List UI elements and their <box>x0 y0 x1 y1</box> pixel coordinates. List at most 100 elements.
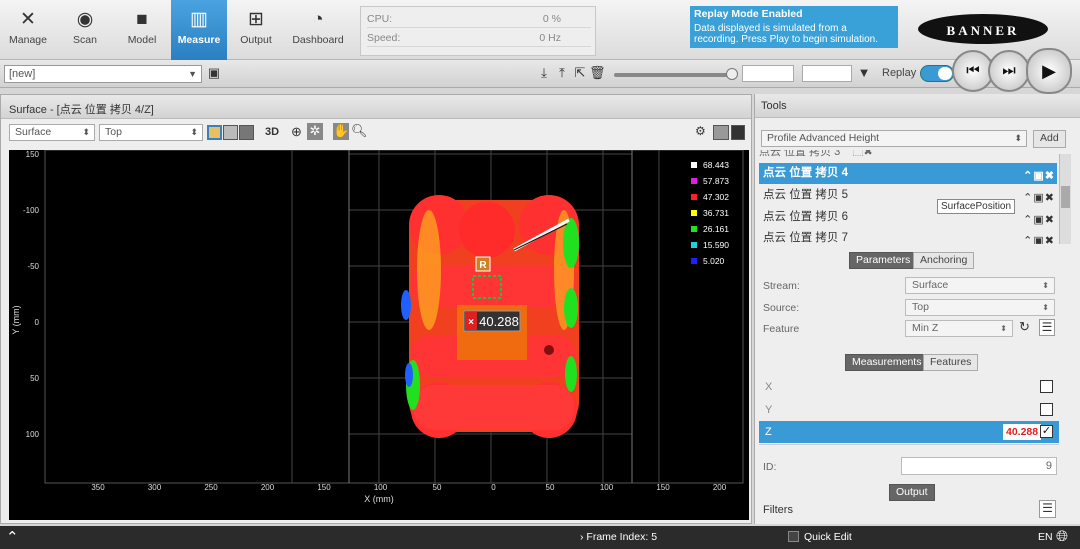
download-icon[interactable]: ⤓ <box>536 64 552 82</box>
frame-end-input[interactable] <box>802 65 852 82</box>
x-tick-label: 50 <box>546 483 555 492</box>
y-tick-label: 50 <box>30 374 39 383</box>
quick-edit-checkbox[interactable] <box>788 531 799 542</box>
legend-value: 68.443 <box>703 160 729 170</box>
measurement-y-checkbox[interactable] <box>1040 403 1053 416</box>
measurement-row-x[interactable]: X <box>759 376 1059 398</box>
y-tick-label: 0 <box>35 318 40 327</box>
refresh-icon[interactable]: ↻ <box>1019 319 1030 335</box>
performance-stats: CPU: 0 % Speed: 0 Hz <box>360 6 596 56</box>
nav-model-button[interactable]: ■ Model <box>114 0 170 60</box>
chevron-down-icon: ▼ <box>188 69 197 79</box>
step-forward-button[interactable]: ⏭ <box>988 50 1030 92</box>
nav-measure-button[interactable]: ▥ Measure <box>171 0 227 60</box>
updown-icon: ⬍ <box>1014 133 1022 143</box>
replay-mode-notice: Replay Mode Enabled Data displayed is si… <box>690 6 898 48</box>
list-scrollbar[interactable] <box>1059 154 1071 244</box>
network-icon: ⊞ <box>248 9 264 30</box>
tab-features[interactable]: Features <box>923 354 979 371</box>
list-item-partial: 点云 位置 拷贝 3 ⌃⬚✖ <box>759 150 873 158</box>
tab-parameters[interactable]: Parameters <box>849 252 918 269</box>
hand-icon[interactable]: ✋ <box>333 123 349 140</box>
heightmap-view-button[interactable] <box>207 125 222 140</box>
intensity-view-button[interactable] <box>223 125 238 140</box>
fullscreen-icon[interactable] <box>731 125 745 140</box>
measurement-x-checkbox[interactable] <box>1040 380 1053 393</box>
play-button[interactable]: ▶ <box>1026 48 1072 94</box>
tab-anchoring[interactable]: Anchoring <box>913 252 975 269</box>
measurement-row-y[interactable]: Y <box>759 399 1059 421</box>
feature-select[interactable]: Min Z ⬍ <box>905 320 1013 337</box>
legend-swatch <box>691 178 697 184</box>
upload-icon[interactable]: ⤒ <box>554 64 570 82</box>
cube-icon: ■ <box>136 9 148 30</box>
export-icon[interactable]: ⇱ <box>572 64 588 82</box>
item-action-icons[interactable]: ⌃▣✖ <box>1023 232 1055 244</box>
tooltip: SurfacePosition <box>937 199 1016 214</box>
slider-handle[interactable] <box>726 68 738 80</box>
tools-title: Tools <box>755 94 1080 118</box>
feature-label: Feature <box>763 323 800 335</box>
tool-list-item[interactable]: 点云 位置 拷贝 7 ⌃▣✖ <box>759 229 1057 244</box>
measurement-z-checkbox[interactable]: ✓ <box>1040 425 1053 438</box>
globe-icon[interactable]: 🌐︎ <box>1056 528 1068 545</box>
y-tick-label: -50 <box>27 262 39 271</box>
zoom-icon[interactable]: 🔍︎ <box>351 123 368 139</box>
surface-plot[interactable]: R × 40.288 68.443 57.873 47.302 36.731 26.16… <box>9 149 749 520</box>
nav-manage-button[interactable]: ✕ Manage <box>0 0 56 60</box>
view-select[interactable]: Top ⬍ <box>99 124 203 141</box>
ruler-icon: ▥ <box>190 9 208 30</box>
layout-icon[interactable] <box>713 125 729 140</box>
tool-type-select[interactable]: Profile Advanced Height ⬍ <box>761 130 1027 147</box>
snowflake-icon[interactable]: ✲ <box>307 123 323 140</box>
3d-view-button[interactable]: 3D <box>265 126 279 138</box>
tab-measurements[interactable]: Measurements <box>845 354 929 371</box>
replay-toggle[interactable] <box>920 65 954 82</box>
quick-edit-label: Quick Edit <box>804 531 852 543</box>
top-navigation-bar: ✕ Manage ◉ Scan ■ Model ▥ Measure ⊞ Output ◔ D… <box>0 0 1080 60</box>
frame-start-input[interactable] <box>742 65 794 82</box>
surface-select[interactable]: Surface ⬍ <box>9 124 95 141</box>
chevron-up-icon[interactable]: ⌃ <box>6 528 19 546</box>
measurement-row-z[interactable]: Z 40.288 ✓ <box>759 421 1059 443</box>
x-tick-label: 150 <box>656 483 670 492</box>
wrench-screwdriver-icon: ✕ <box>20 9 36 30</box>
save-icon[interactable]: ▣ <box>206 64 222 82</box>
surface-panel-title: Surface - [点云 位置 拷贝 4/Z] <box>1 95 751 119</box>
language-label[interactable]: EN <box>1038 531 1053 543</box>
filter-icon[interactable]: ▼ <box>856 64 872 82</box>
source-select[interactable]: Top ⬍ <box>905 299 1055 316</box>
item-action-icons[interactable]: ⌃▣✖ <box>1023 188 1055 209</box>
id-label: ID: <box>763 461 777 473</box>
nav-output-button[interactable]: ⊞ Output <box>228 0 284 60</box>
output-tab[interactable]: Output <box>889 484 935 501</box>
x-tick-label: 50 <box>433 483 442 492</box>
replay-notice-title: Replay Mode Enabled <box>694 8 803 20</box>
grayscale-view-button[interactable] <box>239 125 254 140</box>
add-tool-button[interactable]: Add <box>1033 130 1066 148</box>
nav-dashboard-button[interactable]: ◔ Dashboard <box>286 0 350 60</box>
job-select[interactable]: [new] ▼ <box>4 65 202 83</box>
replay-position-slider[interactable] <box>614 68 738 80</box>
x-tick-label: 100 <box>374 483 388 492</box>
grid-icon[interactable]: ⊕ <box>291 124 302 140</box>
id-input[interactable]: 9 <box>901 457 1057 475</box>
item-action-icons[interactable]: ⌃▣✖ <box>1023 210 1055 231</box>
item-action-icons[interactable]: ⌃▣✖ <box>1023 166 1055 187</box>
y-tick-label: -100 <box>23 206 40 215</box>
x-tick-label: 250 <box>204 483 218 492</box>
filters-list-icon[interactable]: ☰ <box>1039 500 1056 518</box>
settings-icon[interactable]: ⚙ <box>695 124 706 138</box>
status-bar: ⌃ › Frame Index: 5 Quick Edit EN 🌐︎ <box>0 526 1080 549</box>
legend-value: 47.302 <box>703 192 729 202</box>
replay-label: Replay <box>882 67 917 79</box>
speed-label: Speed: <box>367 32 401 44</box>
delete-icon[interactable]: 🗑 <box>589 64 606 82</box>
list-icon[interactable]: ☰ <box>1039 319 1055 336</box>
nav-scan-button[interactable]: ◉ Scan <box>57 0 113 60</box>
job-toolbar: [new] ▼ ▣ ⤓ ⤒ ⇱ 🗑 ▼ Replay <box>0 60 1080 88</box>
stream-select[interactable]: Surface ⬍ <box>905 277 1055 294</box>
tool-list-item[interactable]: 点云 位置 拷贝 4 ⌃▣✖ <box>759 163 1057 184</box>
x-axis-label: X (mm) <box>364 494 394 504</box>
updown-icon: ⬍ <box>82 127 90 137</box>
